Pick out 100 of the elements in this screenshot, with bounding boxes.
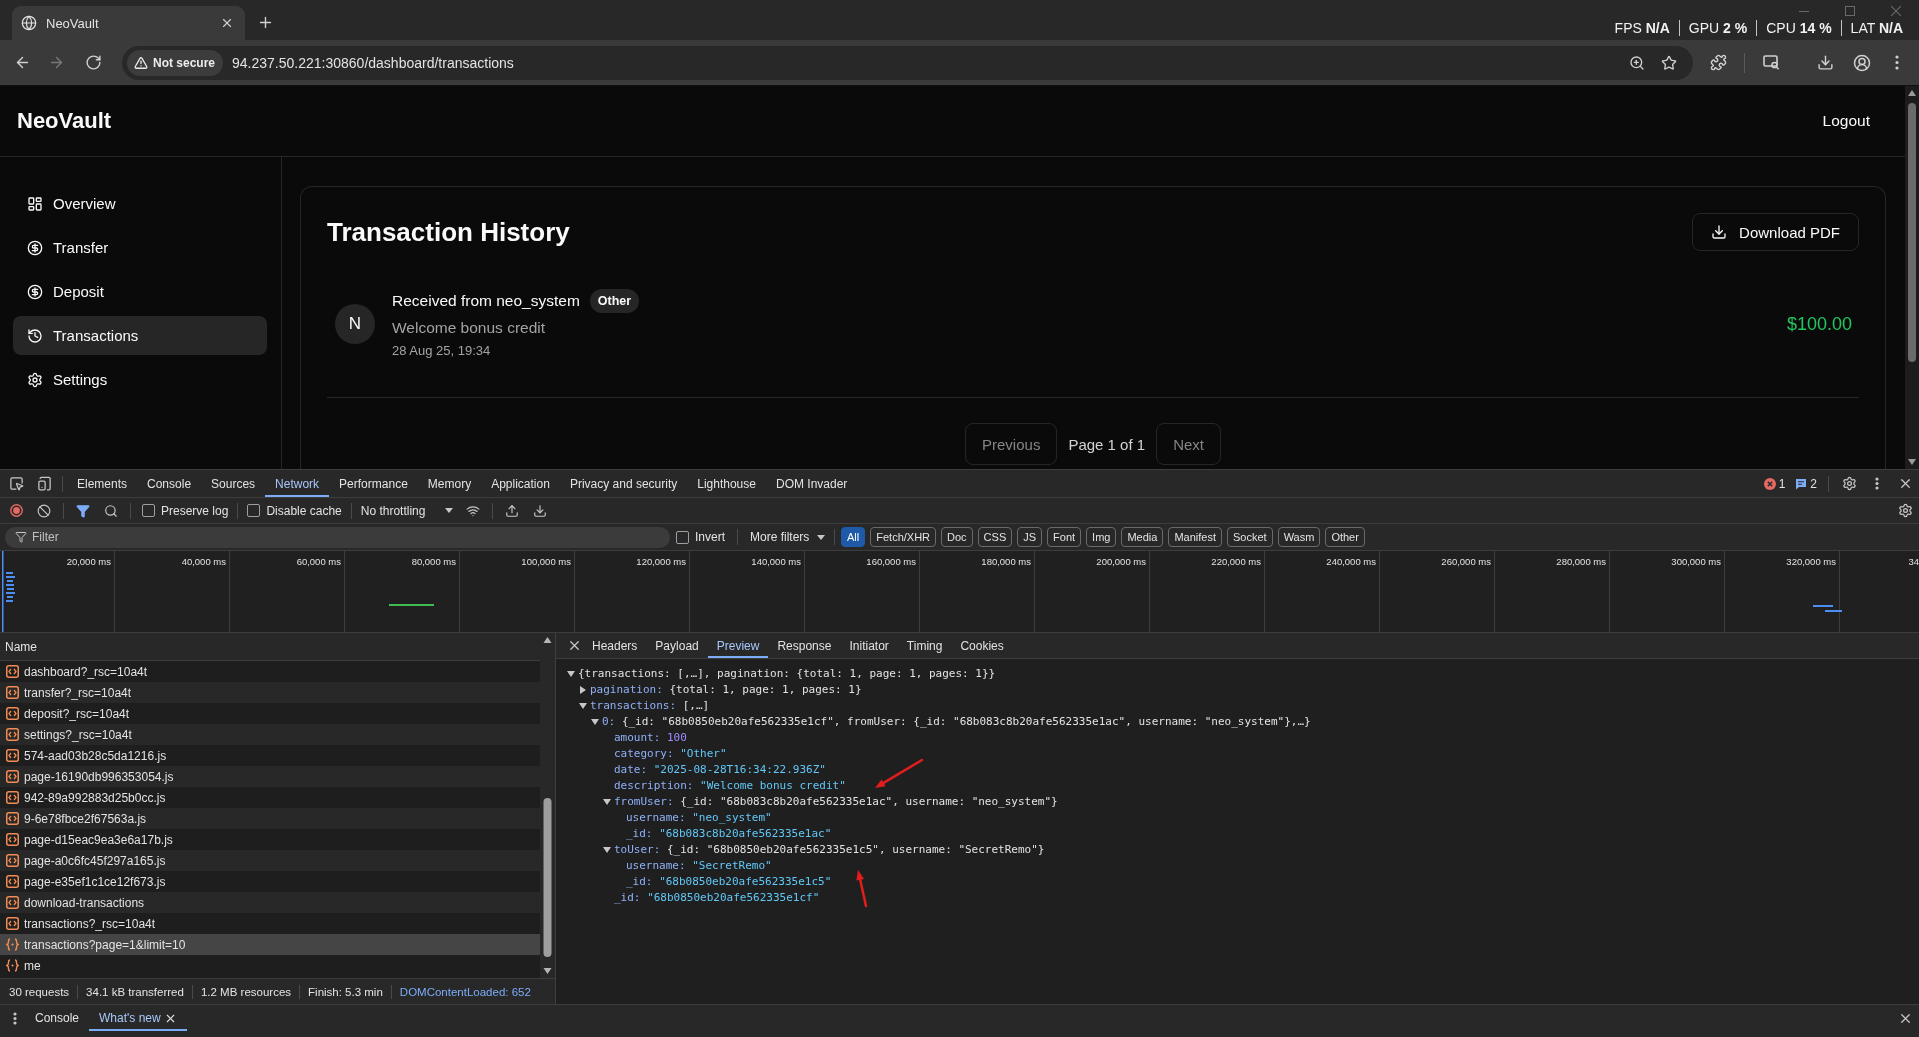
warning-icon (134, 55, 148, 70)
checkbox[interactable] (247, 504, 261, 517)
expand-triangle-icon[interactable] (591, 719, 599, 725)
expand-triangle-icon[interactable] (579, 703, 587, 709)
type-filter-chip[interactable]: Other (1325, 527, 1365, 547)
request-row[interactable]: transfer?_rsc=10a4t (0, 682, 540, 703)
json-property: _id: "68b0850eb20afe562335e1c5" (626, 874, 832, 890)
code-file-icon (6, 875, 19, 888)
history-icon (27, 327, 43, 344)
panel-tab[interactable]: DOM Invader (765, 470, 858, 497)
type-filter-chip[interactable]: Wasm (1277, 527, 1321, 547)
json-property[interactable]: toUser: {_id: "68b0850eb20afe562335e1c5", username: "SecretRemo"} (614, 842, 1045, 858)
summary-text: 34.1 kB transferred (77, 984, 192, 999)
logout-button[interactable]: Logout (1806, 102, 1886, 140)
type-filter-chip[interactable]: CSS (977, 527, 1013, 547)
detail-tab[interactable]: Timing (897, 633, 952, 658)
puzzle-icon (1709, 54, 1727, 71)
error-count-button[interactable]: 1 (1758, 472, 1791, 495)
type-filter-chip[interactable]: Img (1086, 527, 1117, 547)
nav-item[interactable]: Deposit (13, 272, 267, 311)
panel-tab[interactable]: Memory (417, 470, 482, 497)
json-property[interactable]: transactions: [,…] (590, 698, 710, 714)
tick-label: 280,000 ms (1556, 556, 1606, 568)
detail-tab[interactable]: Preview (707, 633, 769, 658)
panel-tab[interactable]: Lighthouse (687, 470, 766, 497)
type-filter-chip[interactable]: Font (1047, 527, 1082, 547)
nav-item[interactable]: Settings (13, 360, 267, 399)
detail-tab[interactable]: Cookies (951, 633, 1013, 658)
type-filter-chip[interactable]: All (841, 527, 866, 547)
summary-text: 1.2 MB resources (191, 984, 300, 999)
drawer-tab[interactable]: What's new (89, 1005, 187, 1031)
type-filter-chip[interactable]: Doc (941, 527, 973, 547)
request-row[interactable]: 9-6e78fbce2f67563a.js (0, 808, 540, 829)
checkbox-option[interactable]: Disable cache (241, 503, 348, 518)
download-pdf-button[interactable]: Download PDF (1692, 213, 1859, 251)
type-filter-chip[interactable]: Manifest (1168, 527, 1222, 547)
expand-triangle-icon[interactable] (603, 847, 611, 853)
url-text: 94.237.50.221:30860/dashboard/transactions (232, 54, 515, 71)
browser-tab[interactable]: NeoVault (12, 6, 245, 40)
request-row[interactable]: settings?_rsc=10a4t (0, 724, 540, 745)
detail-tab[interactable]: Response (768, 633, 841, 658)
panel-tab[interactable]: Console (137, 470, 202, 497)
panel-tab[interactable]: Application (481, 470, 560, 497)
error-icon (1763, 477, 1776, 490)
panel-tab[interactable]: Network (265, 470, 330, 497)
panel-tab[interactable]: Performance (329, 470, 418, 497)
type-filter-chip[interactable]: Media (1121, 527, 1164, 547)
request-timing-bars (1813, 605, 1842, 612)
detail-tab[interactable]: Initiator (840, 633, 898, 658)
dashboard-grid-icon (27, 195, 43, 212)
json-summary[interactable]: {transactions: [,…], pagination: {total: 1, page: 1, pages: 1}} (578, 666, 996, 682)
json-property: _id: "68b083c8b20afe562335e1ac" (626, 826, 832, 842)
request-row[interactable]: transactions?page=1&limit=10 (0, 934, 540, 955)
message-count-button[interactable]: 2 (1790, 472, 1822, 495)
code-file-icon (6, 833, 19, 846)
filter-input[interactable]: Filter (5, 526, 670, 548)
nav-item[interactable]: Transactions (13, 316, 267, 355)
drawer-tab[interactable]: Console (25, 1005, 90, 1031)
request-list-scrollbar[interactable] (540, 633, 555, 978)
address-bar[interactable]: Not secure 94.237.50.221:30860/dashboard/transactions (122, 45, 1693, 80)
nav-item[interactable]: Transfer (13, 228, 267, 267)
panel-tab[interactable]: Elements (67, 470, 138, 497)
tick-label: 140,000 ms (751, 556, 801, 568)
checkbox-option[interactable]: Preserve log (136, 503, 235, 518)
checkbox[interactable] (676, 530, 689, 544)
wifi-icon (465, 503, 480, 518)
dollar-circle-icon (27, 283, 43, 300)
panel-tab[interactable]: Privacy and security (559, 470, 688, 497)
upload-icon (504, 503, 519, 518)
device-icon (36, 476, 52, 491)
nav-item[interactable]: Overview (13, 184, 267, 223)
column-header[interactable]: Name (0, 633, 540, 661)
security-chip[interactable]: Not secure (127, 49, 224, 76)
json-property[interactable]: fromUser: {_id: "68b083c8b20afe562335e1ac", username: "neo_system"} (614, 794, 1058, 810)
type-filter-chip[interactable]: Fetch/XHR (870, 527, 937, 547)
throttling-select[interactable]: No throttling (354, 499, 459, 522)
tick-label: 80,000 ms (411, 556, 456, 568)
kebab-menu-icon (13, 1011, 17, 1025)
type-filter-chip[interactable]: JS (1017, 527, 1043, 547)
request-row[interactable]: page-a0c6fc45f297a165.js (0, 850, 540, 871)
more-filters-button[interactable]: More filters (744, 526, 828, 548)
zoom-in-icon (1629, 54, 1645, 71)
tick-label: 120,000 ms (636, 556, 686, 568)
detail-tab[interactable]: Payload (646, 633, 708, 658)
expand-triangle-icon[interactable] (603, 799, 611, 805)
json-property[interactable]: pagination: {total: 1, page: 1, pages: 1} (590, 682, 862, 698)
kebab-menu-icon (1875, 477, 1879, 490)
caret-down-icon (444, 508, 453, 513)
panel-tab[interactable]: Sources (201, 470, 266, 497)
checkbox[interactable] (142, 504, 155, 517)
checkbox-option[interactable]: Invert (670, 530, 731, 544)
type-filter-chip[interactable]: Socket (1227, 527, 1273, 547)
request-row[interactable]: page-16190db996353054.js (0, 766, 540, 787)
page-scrollbar[interactable] (1905, 86, 1919, 469)
summary-text: Finish: 5.3 min (299, 984, 391, 999)
expand-triangle-icon[interactable] (567, 671, 575, 677)
detail-tab[interactable]: Headers (583, 633, 647, 658)
request-row[interactable]: download-transactions (0, 892, 540, 913)
expand-triangle-icon[interactable] (580, 686, 586, 694)
json-property[interactable]: 0: {_id: "68b0850eb20afe562335e1cf", fromUser: {_id: "68b083c8b20afe562335e1ac", username: "neo_system"},…} (602, 714, 1311, 730)
